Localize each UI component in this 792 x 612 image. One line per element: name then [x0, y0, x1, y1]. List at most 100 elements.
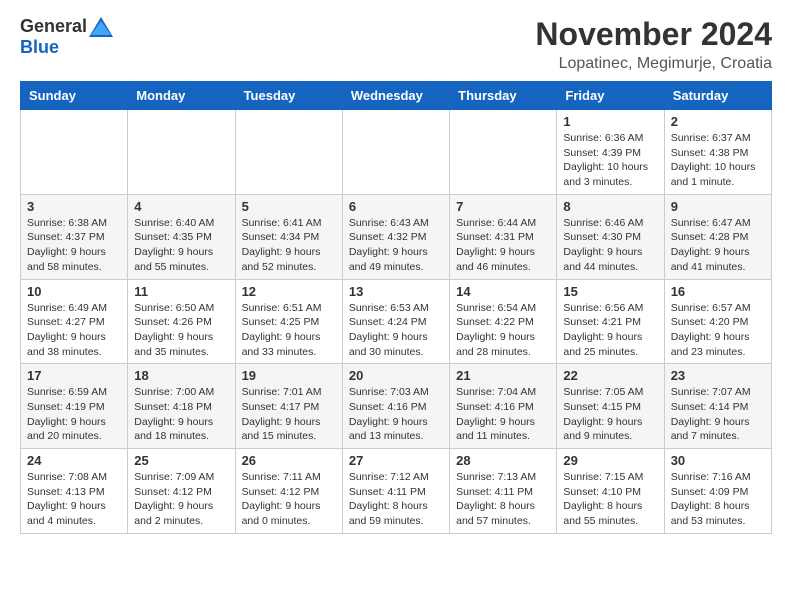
day-info: Sunrise: 7:05 AM Sunset: 4:15 PM Dayligh…	[563, 385, 657, 444]
day-number: 3	[27, 199, 121, 214]
location: Lopatinec, Megimurje, Croatia	[535, 55, 772, 73]
day-number: 24	[27, 453, 121, 468]
day-info: Sunrise: 7:01 AM Sunset: 4:17 PM Dayligh…	[242, 385, 336, 444]
calendar-cell: 20 Sunrise: 7:03 AM Sunset: 4:16 PM Dayli…	[342, 364, 449, 449]
day-number: 11	[134, 284, 228, 299]
day-number: 19	[242, 368, 336, 383]
day-number: 6	[349, 199, 443, 214]
calendar-cell: 23 Sunrise: 7:07 AM Sunset: 4:14 PM Dayli…	[664, 364, 771, 449]
calendar-cell: 6 Sunrise: 6:43 AM Sunset: 4:32 PM Daylig…	[342, 194, 449, 279]
day-info: Sunrise: 7:07 AM Sunset: 4:14 PM Dayligh…	[671, 385, 765, 444]
day-number: 18	[134, 368, 228, 383]
day-number: 26	[242, 453, 336, 468]
day-info: Sunrise: 6:40 AM Sunset: 4:35 PM Dayligh…	[134, 216, 228, 275]
day-info: Sunrise: 6:36 AM Sunset: 4:39 PM Dayligh…	[563, 131, 657, 190]
day-info: Sunrise: 7:03 AM Sunset: 4:16 PM Dayligh…	[349, 385, 443, 444]
calendar-header-row: SundayMondayTuesdayWednesdayThursdayFrid…	[21, 82, 772, 110]
day-number: 13	[349, 284, 443, 299]
header: General Blue November 2024 Lopatinec, Me…	[20, 16, 772, 73]
day-number: 20	[349, 368, 443, 383]
day-info: Sunrise: 7:16 AM Sunset: 4:09 PM Dayligh…	[671, 470, 765, 529]
calendar-cell: 27 Sunrise: 7:12 AM Sunset: 4:11 PM Dayli…	[342, 449, 449, 534]
day-info: Sunrise: 6:44 AM Sunset: 4:31 PM Dayligh…	[456, 216, 550, 275]
calendar-cell: 25Sunrise: 7:09 AM Sunset: 4:12 PM Dayli…	[128, 449, 235, 534]
day-number: 15	[563, 284, 657, 299]
calendar-cell: 21Sunrise: 7:04 AM Sunset: 4:16 PM Dayli…	[450, 364, 557, 449]
calendar-cell: 29 Sunrise: 7:15 AM Sunset: 4:10 PM Dayli…	[557, 449, 664, 534]
logo-icon	[89, 17, 113, 37]
month-title: November 2024	[535, 16, 772, 53]
day-number: 5	[242, 199, 336, 214]
calendar-row: 1 Sunrise: 6:36 AM Sunset: 4:39 PM Daylig…	[21, 110, 772, 195]
calendar-cell: 9Sunrise: 6:47 AM Sunset: 4:28 PM Daylig…	[664, 194, 771, 279]
logo: General Blue	[20, 16, 113, 58]
day-number: 30	[671, 453, 765, 468]
calendar-cell: 16 Sunrise: 6:57 AM Sunset: 4:20 PM Dayli…	[664, 279, 771, 364]
day-info: Sunrise: 6:41 AM Sunset: 4:34 PM Dayligh…	[242, 216, 336, 275]
col-header-monday: Monday	[128, 82, 235, 110]
calendar-cell: 4 Sunrise: 6:40 AM Sunset: 4:35 PM Daylig…	[128, 194, 235, 279]
calendar-cell: 22 Sunrise: 7:05 AM Sunset: 4:15 PM Dayli…	[557, 364, 664, 449]
day-info: Sunrise: 6:49 AM Sunset: 4:27 PM Dayligh…	[27, 301, 121, 360]
calendar-cell: 24 Sunrise: 7:08 AM Sunset: 4:13 PM Dayli…	[21, 449, 128, 534]
day-number: 14	[456, 284, 550, 299]
calendar-cell: 11 Sunrise: 6:50 AM Sunset: 4:26 PM Dayli…	[128, 279, 235, 364]
calendar-cell: 13 Sunrise: 6:53 AM Sunset: 4:24 PM Dayli…	[342, 279, 449, 364]
day-info: Sunrise: 6:53 AM Sunset: 4:24 PM Dayligh…	[349, 301, 443, 360]
day-number: 23	[671, 368, 765, 383]
day-info: Sunrise: 6:57 AM Sunset: 4:20 PM Dayligh…	[671, 301, 765, 360]
day-number: 16	[671, 284, 765, 299]
calendar-cell: 30 Sunrise: 7:16 AM Sunset: 4:09 PM Dayli…	[664, 449, 771, 534]
day-info: Sunrise: 6:38 AM Sunset: 4:37 PM Dayligh…	[27, 216, 121, 275]
day-info: Sunrise: 7:04 AM Sunset: 4:16 PM Dayligh…	[456, 385, 550, 444]
calendar-row: 17Sunrise: 6:59 AM Sunset: 4:19 PM Dayli…	[21, 364, 772, 449]
calendar-cell: 17Sunrise: 6:59 AM Sunset: 4:19 PM Dayli…	[21, 364, 128, 449]
day-info: Sunrise: 6:54 AM Sunset: 4:22 PM Dayligh…	[456, 301, 550, 360]
calendar-cell	[128, 110, 235, 195]
calendar-row: 10Sunrise: 6:49 AM Sunset: 4:27 PM Dayli…	[21, 279, 772, 364]
day-info: Sunrise: 6:50 AM Sunset: 4:26 PM Dayligh…	[134, 301, 228, 360]
day-number: 28	[456, 453, 550, 468]
day-info: Sunrise: 7:00 AM Sunset: 4:18 PM Dayligh…	[134, 385, 228, 444]
col-header-thursday: Thursday	[450, 82, 557, 110]
day-info: Sunrise: 6:56 AM Sunset: 4:21 PM Dayligh…	[563, 301, 657, 360]
day-info: Sunrise: 7:15 AM Sunset: 4:10 PM Dayligh…	[563, 470, 657, 529]
calendar-row: 24 Sunrise: 7:08 AM Sunset: 4:13 PM Dayli…	[21, 449, 772, 534]
page-container: General Blue November 2024 Lopatinec, Me…	[0, 0, 792, 550]
calendar-cell: 15 Sunrise: 6:56 AM Sunset: 4:21 PM Dayli…	[557, 279, 664, 364]
calendar-cell: 19 Sunrise: 7:01 AM Sunset: 4:17 PM Dayli…	[235, 364, 342, 449]
day-info: Sunrise: 7:12 AM Sunset: 4:11 PM Dayligh…	[349, 470, 443, 529]
day-number: 2	[671, 114, 765, 129]
day-number: 22	[563, 368, 657, 383]
day-info: Sunrise: 6:59 AM Sunset: 4:19 PM Dayligh…	[27, 385, 121, 444]
day-info: Sunrise: 6:43 AM Sunset: 4:32 PM Dayligh…	[349, 216, 443, 275]
calendar-cell	[21, 110, 128, 195]
day-info: Sunrise: 7:11 AM Sunset: 4:12 PM Dayligh…	[242, 470, 336, 529]
calendar-cell: 8Sunrise: 6:46 AM Sunset: 4:30 PM Daylig…	[557, 194, 664, 279]
calendar-cell: 7Sunrise: 6:44 AM Sunset: 4:31 PM Daylig…	[450, 194, 557, 279]
calendar-cell	[342, 110, 449, 195]
day-number: 8	[563, 199, 657, 214]
day-info: Sunrise: 7:08 AM Sunset: 4:13 PM Dayligh…	[27, 470, 121, 529]
calendar-row: 3 Sunrise: 6:38 AM Sunset: 4:37 PM Daylig…	[21, 194, 772, 279]
calendar-cell: 2Sunrise: 6:37 AM Sunset: 4:38 PM Daylig…	[664, 110, 771, 195]
calendar: SundayMondayTuesdayWednesdayThursdayFrid…	[20, 81, 772, 534]
day-number: 1	[563, 114, 657, 129]
logo-blue: Blue	[20, 37, 59, 58]
calendar-cell	[450, 110, 557, 195]
calendar-cell: 5 Sunrise: 6:41 AM Sunset: 4:34 PM Daylig…	[235, 194, 342, 279]
col-header-saturday: Saturday	[664, 82, 771, 110]
day-number: 29	[563, 453, 657, 468]
calendar-cell: 18 Sunrise: 7:00 AM Sunset: 4:18 PM Dayli…	[128, 364, 235, 449]
calendar-cell: 10Sunrise: 6:49 AM Sunset: 4:27 PM Dayli…	[21, 279, 128, 364]
calendar-cell	[235, 110, 342, 195]
day-info: Sunrise: 6:51 AM Sunset: 4:25 PM Dayligh…	[242, 301, 336, 360]
day-info: Sunrise: 7:13 AM Sunset: 4:11 PM Dayligh…	[456, 470, 550, 529]
calendar-cell: 28 Sunrise: 7:13 AM Sunset: 4:11 PM Dayli…	[450, 449, 557, 534]
title-block: November 2024 Lopatinec, Megimurje, Croa…	[535, 16, 772, 73]
day-number: 12	[242, 284, 336, 299]
col-header-tuesday: Tuesday	[235, 82, 342, 110]
day-number: 27	[349, 453, 443, 468]
day-number: 4	[134, 199, 228, 214]
day-number: 25	[134, 453, 228, 468]
